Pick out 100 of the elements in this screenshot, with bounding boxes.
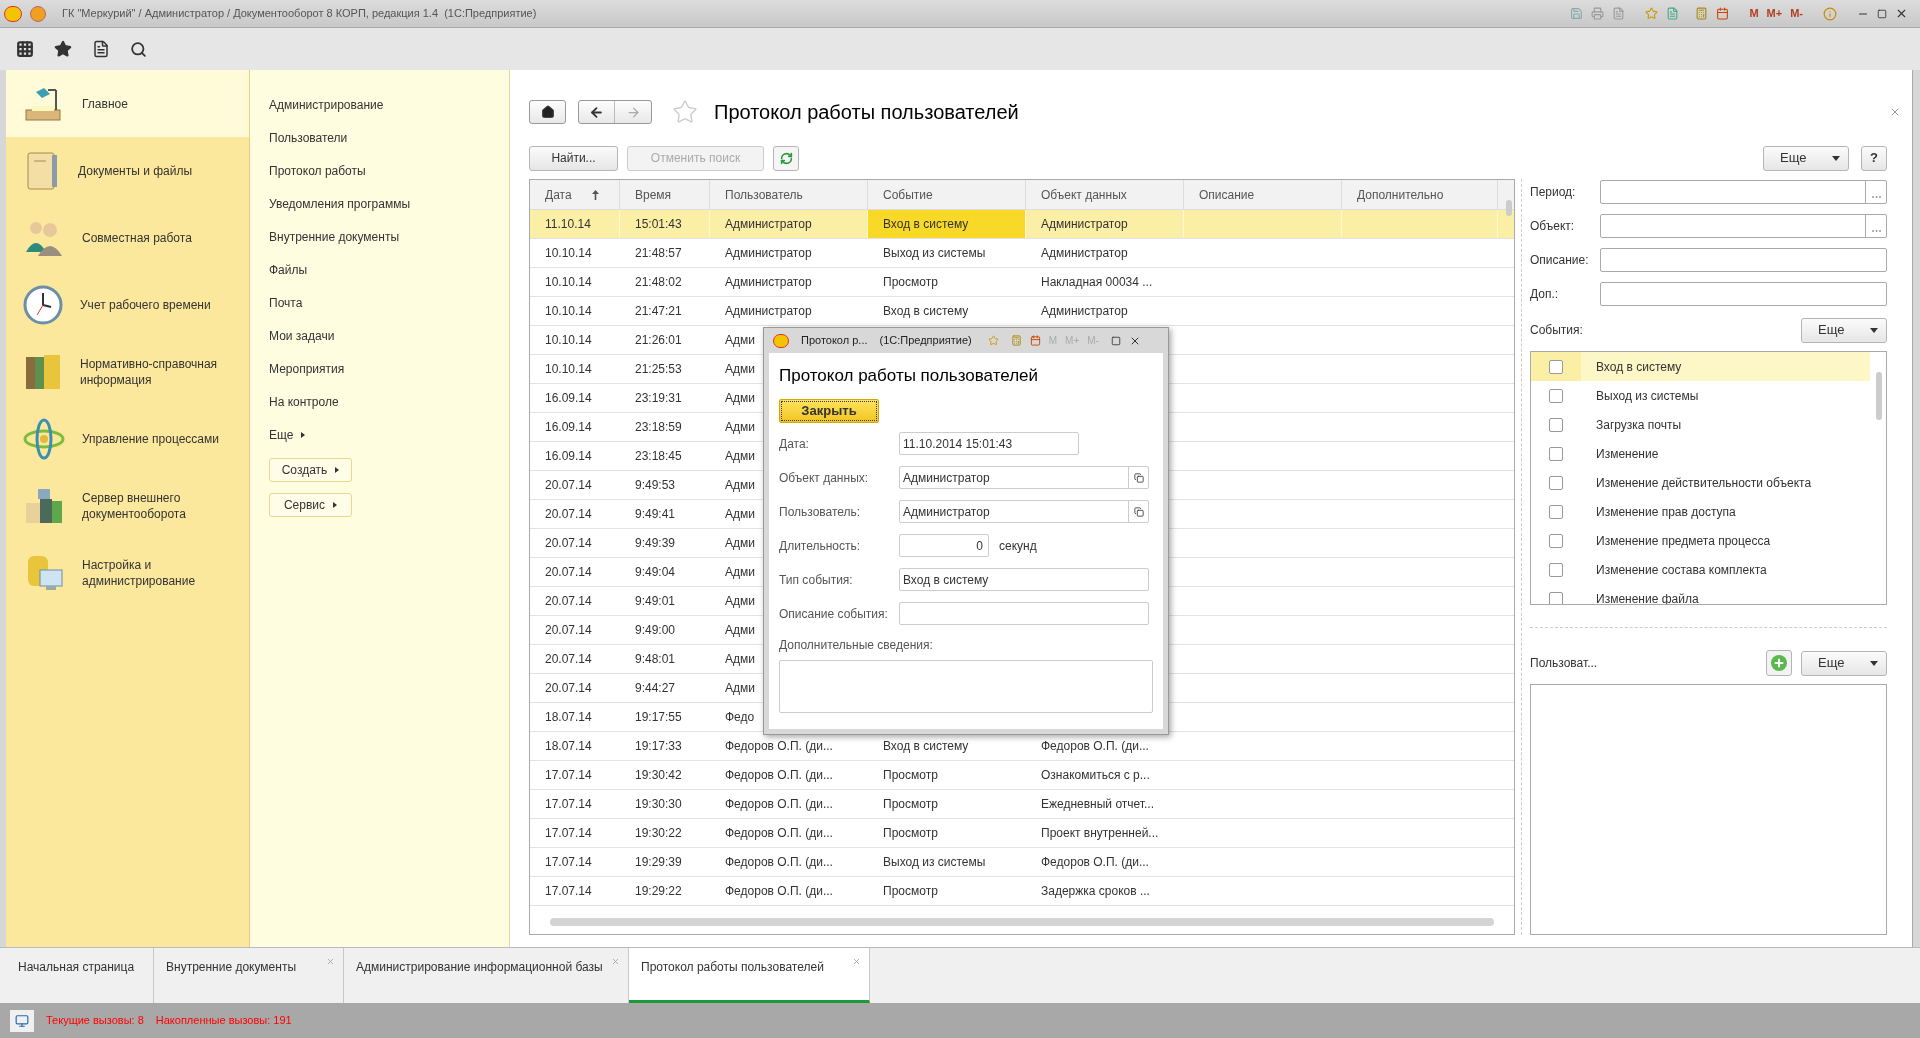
event-item[interactable]: Изменение [1531, 439, 1870, 468]
search-icon[interactable] [130, 40, 147, 58]
nav-link[interactable]: Мои задачи [269, 319, 509, 352]
calendar-icon[interactable] [1029, 335, 1041, 346]
nav-link[interactable]: Пользователи [269, 121, 509, 154]
checkbox[interactable] [1549, 504, 1563, 519]
section-item[interactable]: Управление процессами [6, 405, 249, 472]
save-icon[interactable] [1570, 7, 1584, 20]
date-field[interactable]: 11.10.2014 15:01:43 [899, 432, 1079, 455]
column-header[interactable]: Дата [530, 180, 620, 209]
more-button[interactable]: Еще [1763, 145, 1849, 171]
select-field[interactable] [1600, 179, 1887, 204]
number-field[interactable]: 0 [899, 534, 989, 557]
table-row[interactable]: 17.07.14 19:29:39 Федоров О.П. (ди... Выход из системы Федоров О.П. (ди... [530, 848, 1514, 877]
find-button[interactable]: Найти... [529, 145, 618, 171]
text-area[interactable] [779, 659, 1153, 713]
table-row[interactable]: 17.07.14 19:29:22 Федоров О.П. (ди... Просмотр Задержка сроков ... [530, 877, 1514, 906]
input-field[interactable] [1600, 247, 1887, 272]
restore-icon[interactable] [1877, 8, 1887, 19]
event-item[interactable]: Изменение прав доступа [1531, 497, 1870, 526]
input-field[interactable]: Вход в систему [899, 568, 1149, 591]
nav-link[interactable]: Внутренние документы [269, 220, 509, 253]
column-header[interactable]: Время [620, 180, 710, 209]
close-tab-icon[interactable] [611, 957, 620, 966]
document-icon[interactable] [1612, 7, 1626, 20]
column-header[interactable]: Дополнительно [1342, 180, 1498, 209]
event-item[interactable]: Изменение предмета процесса [1531, 526, 1870, 555]
checkbox[interactable] [1549, 533, 1563, 548]
nav-link[interactable]: Файлы [269, 253, 509, 286]
tab[interactable]: Протокол работы пользователей [629, 948, 870, 1003]
calculator-icon[interactable] [1695, 7, 1709, 20]
apps-grid-icon[interactable] [16, 40, 34, 58]
close-tab-icon[interactable] [852, 957, 861, 966]
nav-link[interactable]: Протокол работы [269, 154, 509, 187]
refresh-button[interactable] [773, 145, 799, 171]
more-button[interactable]: Еще [1801, 650, 1887, 676]
table-row[interactable]: 17.07.14 19:30:22 Федоров О.П. (ди... Просмотр Проект внутренней... [530, 819, 1514, 848]
checkbox[interactable] [1549, 562, 1563, 577]
event-item[interactable]: Выход из системы [1531, 381, 1870, 410]
table-row[interactable]: 17.07.14 19:30:30 Федоров О.П. (ди... Просмотр Ежедневный отчет... [530, 790, 1514, 819]
calendar-icon[interactable] [1716, 7, 1730, 20]
network-computers-icon[interactable] [15, 1013, 29, 1028]
memory-button[interactable]: M [1749, 5, 1759, 22]
more-link[interactable]: Еще [269, 418, 509, 451]
section-item[interactable]: Документы и файлы [6, 137, 249, 204]
nav-menu-button[interactable]: Создать [269, 458, 352, 482]
star-icon[interactable] [54, 40, 72, 58]
home-button[interactable] [529, 100, 566, 124]
print-icon[interactable] [1591, 7, 1605, 20]
more-button[interactable]: Еще [1801, 317, 1887, 343]
section-item[interactable]: Учет рабочего времени [6, 271, 249, 338]
input-field[interactable] [899, 602, 1149, 625]
table-row[interactable]: 10.10.14 21:48:02 Администратор Просмотр Накладная 00034 ... [530, 268, 1514, 297]
table-row[interactable]: 10.10.14 21:47:21 Администратор Вход в систему Администратор [530, 297, 1514, 326]
column-header[interactable]: Описание [1184, 180, 1342, 209]
table-row[interactable]: 11.10.14 15:01:43 Администратор Вход в систему Администратор [530, 210, 1514, 239]
table-row[interactable]: 10.10.14 21:48:57 Администратор Выход из системы Администратор [530, 239, 1514, 268]
input-field[interactable]: Администратор [899, 500, 1149, 523]
checkbox[interactable] [1549, 388, 1563, 403]
event-item[interactable]: Изменение действительности объекта [1531, 468, 1870, 497]
section-item[interactable]: Сервер внешнего документооборота [6, 472, 249, 539]
section-item[interactable]: Нормативно-справочная информация [6, 338, 249, 405]
input-field[interactable]: Администратор [899, 466, 1149, 489]
close-icon[interactable] [1895, 7, 1908, 20]
section-item[interactable]: Настройка и администрирование [6, 539, 249, 606]
section-item[interactable]: Совместная работа [6, 204, 249, 271]
nav-link[interactable]: Мероприятия [269, 352, 509, 385]
favorite-star-icon[interactable] [672, 99, 698, 125]
event-item[interactable]: Загрузка почты [1531, 410, 1870, 439]
input-field[interactable] [1600, 281, 1887, 306]
nav-link[interactable]: Уведомления программы [269, 187, 509, 220]
maximize-icon[interactable] [1110, 335, 1121, 346]
checkbox[interactable] [1549, 359, 1563, 374]
info-icon[interactable] [1823, 6, 1837, 21]
nav-link[interactable]: Почта [269, 286, 509, 319]
nav-link[interactable]: Администрирование [269, 88, 509, 121]
event-item[interactable]: Изменение состава комплекта [1531, 555, 1870, 584]
table-row[interactable]: 17.07.14 19:30:42 Федоров О.П. (ди... Просмотр Ознакомиться с р... [530, 761, 1514, 790]
event-item[interactable]: Вход в систему [1531, 352, 1870, 381]
checkbox[interactable] [1549, 417, 1563, 432]
add-button[interactable] [1766, 650, 1792, 676]
checkbox[interactable] [1549, 591, 1563, 604]
close-tab-icon[interactable] [326, 957, 335, 966]
column-header[interactable]: Пользователь [710, 180, 868, 209]
close-button[interactable]: Закрыть [779, 398, 879, 423]
memory-button[interactable]: M- [1790, 5, 1803, 22]
memory-button[interactable]: M+ [1766, 5, 1783, 22]
column-header[interactable]: Объект данных [1026, 180, 1184, 209]
favorites-icon[interactable] [987, 335, 999, 346]
open-icon[interactable] [1133, 506, 1144, 517]
checkbox[interactable] [1549, 446, 1563, 461]
select-field[interactable] [1600, 213, 1887, 238]
help-button[interactable]: ? [1861, 145, 1887, 171]
nav-menu-button[interactable]: Сервис [269, 493, 352, 517]
open-icon[interactable] [1133, 472, 1144, 483]
calculator-icon[interactable] [1010, 335, 1022, 346]
column-header[interactable]: Событие [868, 180, 1026, 209]
checkbox[interactable] [1549, 475, 1563, 490]
section-item[interactable]: Главное [6, 70, 249, 137]
nav-link[interactable]: На контроле [269, 385, 509, 418]
